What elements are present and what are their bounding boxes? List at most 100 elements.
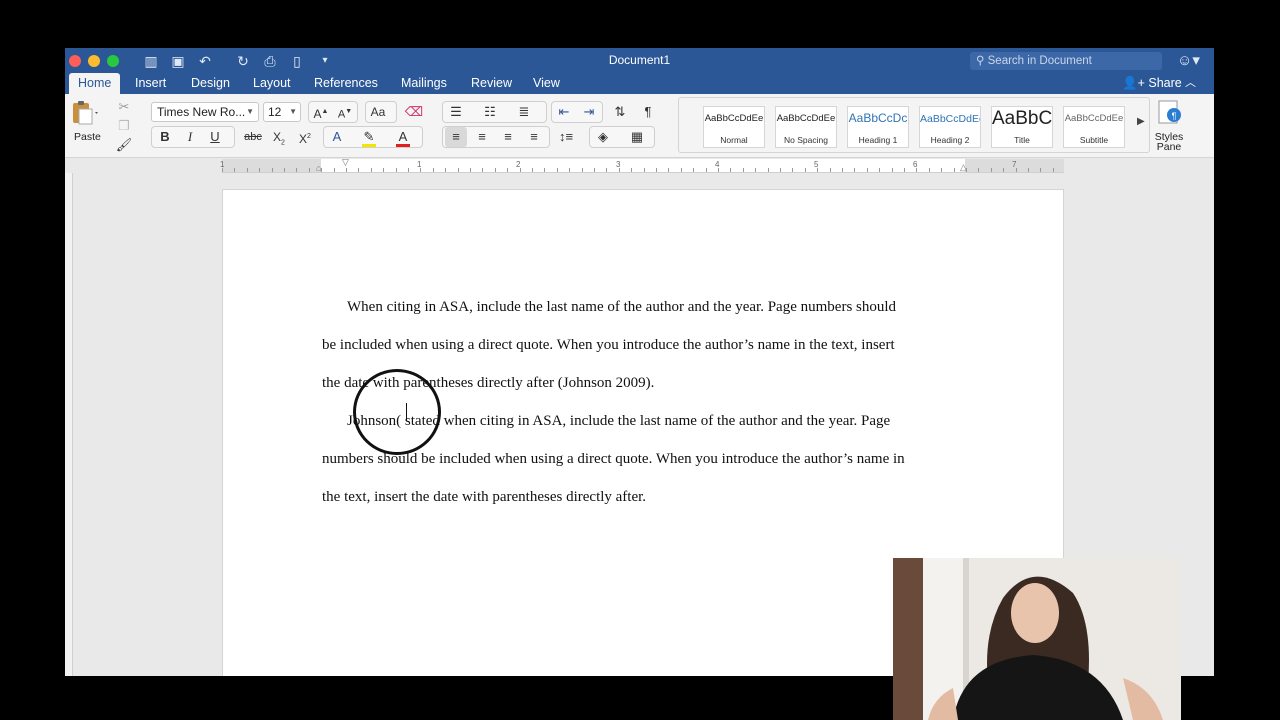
line-spacing-icon[interactable]: ↕≡ [555, 127, 577, 147]
style-heading-2[interactable]: AaBbCcDdEe Heading 2 [919, 106, 981, 148]
grow-font-icon[interactable]: A▲ [310, 102, 332, 122]
share-button[interactable]: 👤+ Share [1122, 73, 1182, 94]
horizontal-ruler[interactable]: 1 1 2 3 4 5 6 7 ▽ ⌂ △ [220, 157, 1064, 173]
align-center-icon[interactable]: ≡ [471, 127, 493, 147]
sort-icon[interactable]: ⇅ [609, 102, 631, 122]
font-size-select[interactable]: 12 ▼ [263, 102, 301, 122]
ruler-tick [755, 168, 757, 172]
ruler-tick [891, 168, 893, 172]
ruler-tick [854, 168, 856, 172]
shrink-font-icon[interactable]: A▼ [334, 102, 356, 122]
ruler-tick [668, 168, 670, 172]
style-normal[interactable]: AaBbCcDdEe Normal [703, 106, 765, 148]
cut-icon[interactable]: ✂ [113, 97, 135, 117]
tab-design[interactable]: Design [182, 73, 239, 94]
change-case-group: Aa [365, 101, 397, 123]
tab-layout[interactable]: Layout [244, 73, 300, 94]
font-color-swatch [396, 144, 410, 147]
text-effects-icon[interactable]: A [326, 127, 348, 147]
feedback-smiley-icon[interactable]: ☺▾ [1177, 51, 1200, 69]
multilevel-list-icon[interactable]: ≣ [513, 102, 535, 122]
search-placeholder: Search in Document [987, 55, 1092, 67]
webcam-person-image [893, 558, 1181, 720]
ruler-tick [246, 168, 248, 172]
subscript-icon[interactable]: X2 [268, 127, 290, 147]
font-name-select[interactable]: Times New Ro... ▼ [151, 102, 259, 122]
webcam-overlay [893, 558, 1181, 720]
tab-insert[interactable]: Insert [126, 73, 175, 94]
tab-review[interactable]: Review [462, 73, 521, 94]
ruler-tick [494, 168, 496, 172]
bold-italic-group: B I U [151, 126, 235, 148]
bullets-icon[interactable]: ☰ [445, 102, 467, 122]
ruler-tick [928, 168, 930, 172]
clipboard-icon [73, 101, 98, 125]
ribbon-tabs: Home Insert Design Layout References Mai… [65, 73, 1214, 94]
styles-gallery-next-icon[interactable]: ▶ [1137, 116, 1145, 127]
ruler-tick [1015, 168, 1017, 172]
bold-icon[interactable]: B [154, 127, 176, 147]
indent-group: ⇤ ⇥ [551, 101, 603, 123]
chevron-down-icon: ▼ [289, 107, 297, 116]
search-in-document-input[interactable]: ⚲ Search in Document [970, 52, 1162, 70]
borders-icon[interactable]: ▦ [626, 127, 648, 147]
ruler-tick [1040, 168, 1042, 172]
font-size-group: A▲ A▼ [308, 101, 358, 123]
show-formatting-icon[interactable]: ¶ [637, 102, 659, 122]
ribbon-toolbar: Paste ✂ ❐ 🖌 Times New Ro... ▼ 12 ▼ A▲ A▼… [65, 94, 1214, 158]
justify-icon[interactable]: ≡ [523, 127, 545, 147]
clear-formatting-icon[interactable]: ⌫ [403, 102, 425, 122]
tab-home[interactable]: Home [69, 73, 121, 94]
document-line-6: the text, insert the date with parenthes… [322, 489, 647, 505]
style-no-spacing[interactable]: AaBbCcDdEe No Spacing [775, 106, 837, 148]
ruler-tick [556, 168, 558, 172]
ruler-tick [420, 168, 422, 172]
ruler-tick [742, 168, 744, 172]
superscript-icon[interactable]: X2 [294, 127, 316, 147]
paste-button[interactable] [69, 100, 99, 126]
ruler-tick [606, 168, 608, 172]
format-painter-icon[interactable]: 🖌 [113, 135, 135, 155]
ruler-tick [271, 168, 273, 172]
ruler-tick [1003, 168, 1005, 172]
style-title[interactable]: AaBbC Title [991, 106, 1053, 148]
text-effects-group: A ✎ A [323, 126, 423, 148]
list-group: ☰ ☷ ≣ [442, 101, 547, 123]
change-case-icon[interactable]: Aa [367, 102, 389, 122]
style-subtitle[interactable]: AaBbCcDdEe Subtitle [1063, 106, 1125, 148]
ruler-tick [445, 168, 447, 172]
ruler-tick [941, 168, 943, 172]
ruler-tick [383, 168, 385, 172]
tab-references[interactable]: References [305, 73, 387, 94]
ruler-tick [222, 168, 223, 172]
italic-icon[interactable]: I [179, 127, 201, 147]
strikethrough-icon[interactable]: abc [242, 127, 264, 147]
shading-icon[interactable]: ◈ [592, 127, 614, 147]
tab-view[interactable]: View [524, 73, 569, 94]
style-heading-1[interactable]: AaBbCcDc Heading 1 [847, 106, 909, 148]
ruler-tick [370, 168, 372, 172]
copy-icon[interactable]: ❐ [113, 116, 135, 136]
increase-indent-icon[interactable]: ⇥ [578, 102, 600, 122]
ruler-tick [234, 168, 236, 172]
highlight-color-swatch [362, 144, 376, 147]
ruler-tick [358, 168, 360, 172]
align-right-icon[interactable]: ≡ [497, 127, 519, 147]
svg-text:¶: ¶ [1172, 111, 1177, 121]
collapse-ribbon-icon[interactable]: ︿ [1185, 73, 1196, 94]
tab-mailings[interactable]: Mailings [392, 73, 456, 94]
ruler-tick [990, 168, 992, 172]
underline-icon[interactable]: U [204, 127, 226, 147]
ruler-tick [333, 168, 335, 172]
decrease-indent-icon[interactable]: ⇤ [553, 102, 575, 122]
shading-borders-group: ◈ ▦ [589, 126, 655, 148]
first-line-indent-marker[interactable]: ▽ [342, 157, 349, 168]
ruler-tick [408, 168, 409, 172]
ruler-tick [618, 168, 620, 172]
numbering-icon[interactable]: ☷ [479, 102, 501, 122]
document-line-2: be included when using a direct quote. W… [322, 337, 895, 353]
align-left-icon[interactable]: ≡ [445, 127, 467, 147]
ruler-tick [321, 168, 323, 172]
styles-pane-button[interactable]: ¶ [1155, 98, 1185, 128]
ruler-tick [693, 168, 695, 172]
